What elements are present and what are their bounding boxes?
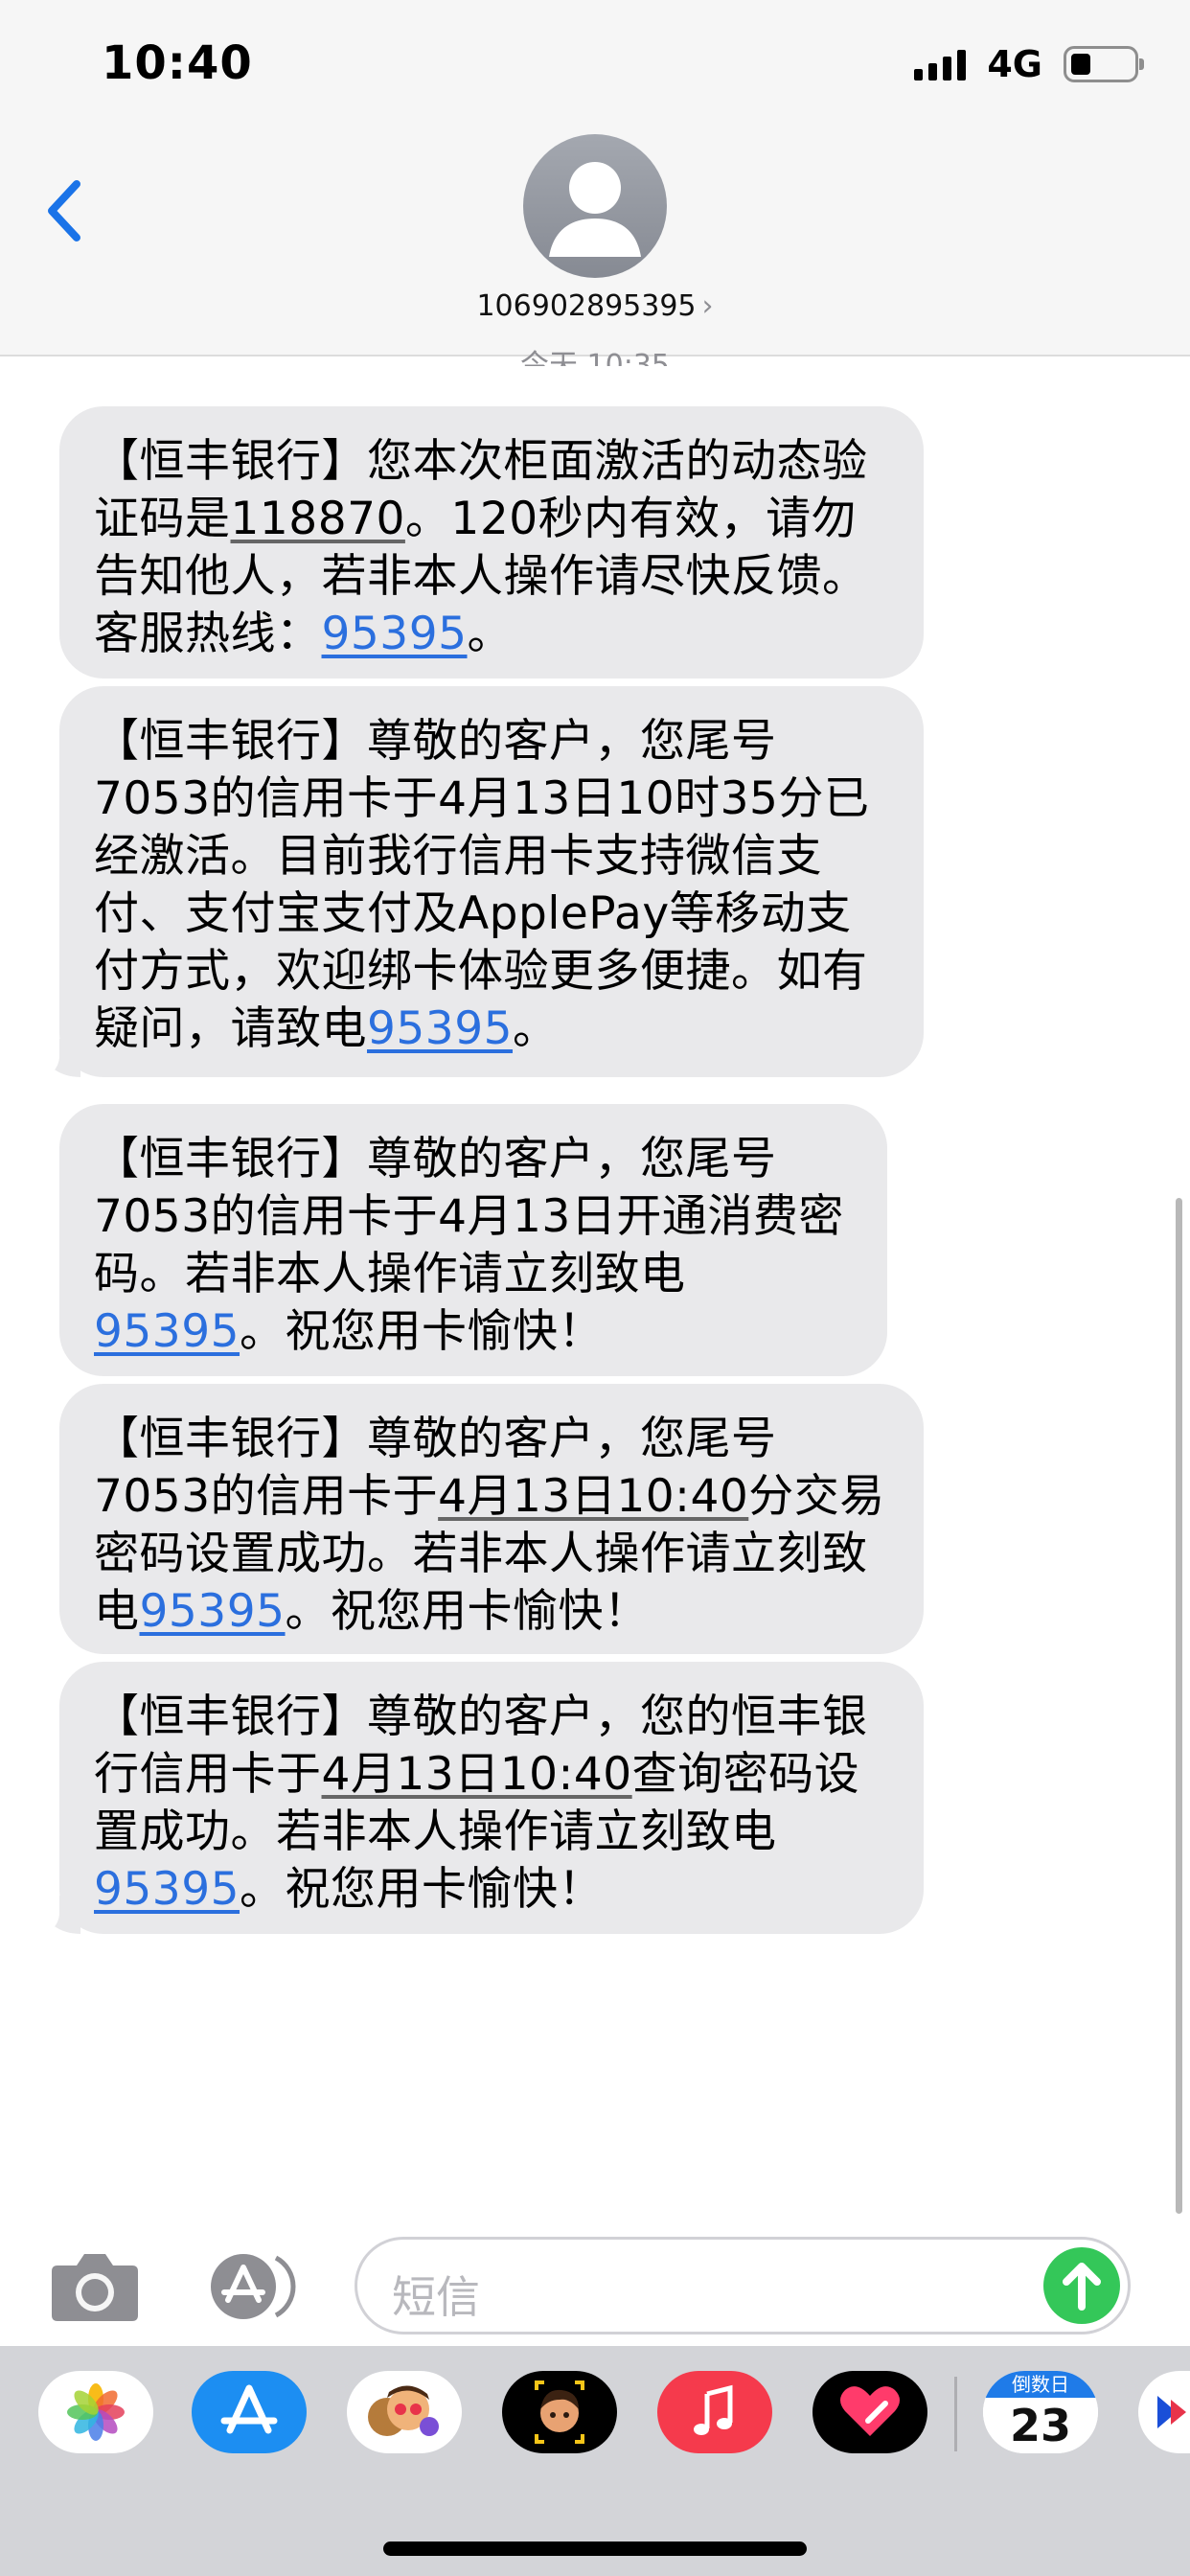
photos-app-button[interactable] xyxy=(38,2371,153,2453)
battery-icon xyxy=(1064,46,1144,82)
chevron-right-icon: › xyxy=(701,289,714,323)
countdown-calendar-app-button[interactable]: 倒数日 23 xyxy=(983,2371,1098,2453)
message-bubble[interactable]: 【恒丰银行】尊敬的客户，您尾号7053的信用卡于4月13日10:40分交易密码设… xyxy=(59,1384,924,1654)
person-icon xyxy=(549,162,641,257)
send-button[interactable] xyxy=(1043,2247,1120,2324)
message-text: 。祝您用卡愉快！ xyxy=(240,1863,605,1916)
message-input[interactable]: 短信 xyxy=(355,2237,1131,2334)
partial-app-button[interactable] xyxy=(1138,2371,1190,2453)
status-indicators: 4G xyxy=(914,42,1144,86)
conversation-header: 10:40 4G 106902895395 › xyxy=(0,0,1190,356)
arrow-up-icon xyxy=(1063,2263,1101,2311)
camera-icon xyxy=(52,2254,138,2321)
app-store-icon xyxy=(220,2384,278,2434)
cellular-signal-icon xyxy=(914,48,967,80)
contact-name-button[interactable]: 106902895395 › xyxy=(0,289,1190,323)
memoji-stickers-app-button[interactable] xyxy=(347,2371,462,2453)
home-indicator[interactable] xyxy=(383,2542,807,2556)
date-time-link[interactable]: 4月13日10:40 xyxy=(322,1748,632,1801)
message-text: 【恒丰银行】尊敬的客户，您尾号7053的信用卡于4月13日开通消费密码。若非本人… xyxy=(94,1133,844,1300)
digital-touch-icon xyxy=(840,2386,900,2436)
network-type: 4G xyxy=(987,43,1042,85)
status-time: 10:40 xyxy=(102,36,253,90)
message-text: 。 xyxy=(513,1002,559,1055)
date-time-link[interactable]: 4月13日10:40 xyxy=(438,1470,748,1523)
back-button[interactable] xyxy=(38,172,96,249)
music-icon xyxy=(694,2384,733,2435)
message-bubble[interactable]: 【恒丰银行】尊敬的客户，您尾号7053的信用卡于4月13日10时35分已经激活。… xyxy=(59,686,924,1077)
message-input-placeholder: 短信 xyxy=(392,2271,480,2323)
app-store-icon xyxy=(211,2254,296,2319)
message-bubble[interactable]: 【恒丰银行】尊敬的客户，您的恒丰银行信用卡于4月13日10:40查询密码设置成功… xyxy=(59,1662,924,1934)
avatar[interactable] xyxy=(523,134,667,278)
phone-link[interactable]: 95395 xyxy=(140,1585,286,1638)
digital-touch-app-button[interactable] xyxy=(812,2371,927,2453)
phone-link[interactable]: 95395 xyxy=(94,1305,240,1358)
contact-name: 106902895395 xyxy=(476,289,697,323)
animoji-app-button[interactable] xyxy=(502,2371,617,2453)
bubble-tail-mask xyxy=(19,1039,59,1081)
camera-button[interactable] xyxy=(50,2248,140,2323)
chevron-left-icon xyxy=(48,180,80,242)
phone-link[interactable]: 95395 xyxy=(367,1002,513,1055)
phone-link[interactable]: 95395 xyxy=(94,1863,240,1916)
message-timestamp: 今天 10:35 xyxy=(520,349,670,366)
message-bubble[interactable]: 【恒丰银行】尊敬的客户，您尾号7053的信用卡于4月13日开通消费密码。若非本人… xyxy=(59,1104,887,1376)
music-app-button[interactable] xyxy=(657,2371,772,2453)
scrollbar[interactable] xyxy=(1176,1198,1182,2214)
bubble-tail-mask xyxy=(19,1896,59,1938)
memoji-stickers-icon xyxy=(368,2385,439,2436)
imessage-app-drawer: 倒数日 23 xyxy=(0,2346,1190,2576)
verification-code[interactable]: 118870 xyxy=(231,493,405,545)
message-text: 。祝您用卡愉快！ xyxy=(285,1585,650,1638)
message-text: 。祝您用卡愉快！ xyxy=(240,1305,605,1358)
message-text: 。 xyxy=(467,608,514,660)
app-drawer-divider xyxy=(954,2377,957,2451)
apps-button[interactable] xyxy=(201,2252,305,2321)
photos-icon xyxy=(67,2383,125,2441)
message-bubble[interactable]: 【恒丰银行】您本次柜面激活的动态验证码是118870。120秒内有效，请勿告知他… xyxy=(59,406,924,678)
calendar-number: 23 xyxy=(983,2398,1098,2453)
partial-app-icon xyxy=(1157,2396,1186,2428)
animoji-icon xyxy=(535,2380,584,2444)
app-store-app-button[interactable] xyxy=(192,2371,307,2453)
phone-link[interactable]: 95395 xyxy=(322,608,468,660)
calendar-label: 倒数日 xyxy=(983,2371,1098,2398)
